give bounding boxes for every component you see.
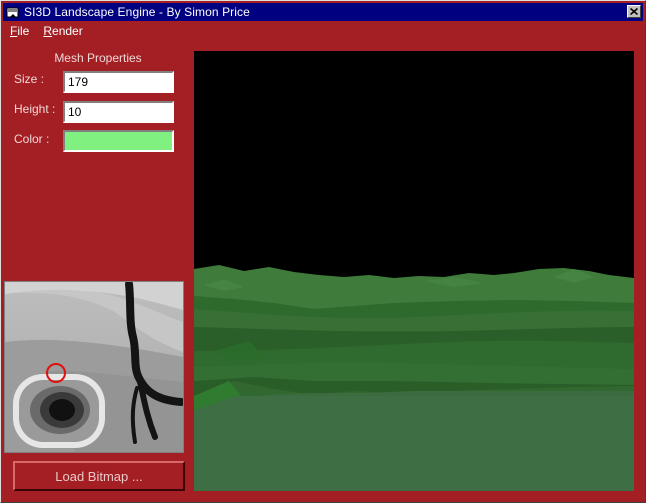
size-label: Size :	[14, 72, 45, 86]
close-button[interactable]	[627, 5, 641, 18]
main-window: SI3D Landscape Engine - By Simon Price F…	[0, 0, 646, 503]
menu-render[interactable]: Render	[36, 24, 89, 38]
load-bitmap-button[interactable]: Load Bitmap ...	[13, 461, 185, 491]
height-input[interactable]: 10	[63, 101, 174, 123]
color-swatch[interactable]	[63, 130, 174, 152]
render-viewport[interactable]	[194, 51, 634, 491]
size-input[interactable]: 179	[63, 71, 174, 93]
window-title: SI3D Landscape Engine - By Simon Price	[24, 5, 250, 19]
menu-bar: File Render	[3, 21, 643, 41]
mesh-properties-heading: Mesh Properties	[54, 51, 142, 65]
close-icon	[630, 8, 638, 15]
color-label: Color :	[14, 132, 50, 146]
app-icon[interactable]	[6, 5, 20, 19]
height-label: Height :	[14, 102, 56, 116]
title-bar[interactable]: SI3D Landscape Engine - By Simon Price	[3, 3, 643, 21]
heightmap-bitmap[interactable]	[4, 281, 184, 453]
menu-file[interactable]: File	[3, 24, 36, 38]
